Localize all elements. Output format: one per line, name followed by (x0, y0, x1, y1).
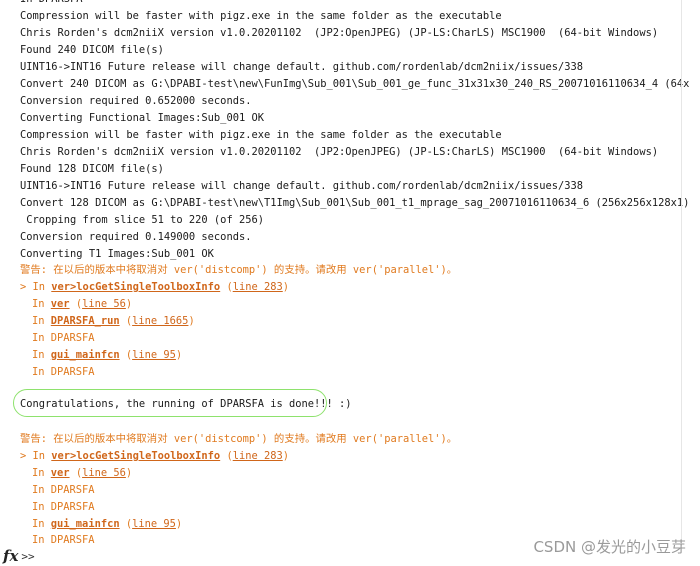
stack-frame: In DPARSFA_run (line 1665) (32, 315, 195, 327)
stack-frame: In gui_mainfcn (line 95) (32, 518, 183, 530)
stack-line-link[interactable]: line 56 (82, 467, 126, 479)
stack-line-link[interactable]: line 1665 (132, 315, 188, 327)
output-line: Compression will be faster with pigz.exe… (20, 129, 502, 141)
output-line: Found 128 DICOM file(s) (20, 163, 164, 175)
congratulations-message: Congratulations, the running of DPARSFA … (20, 398, 352, 410)
stack-line-link[interactable]: line 283 (233, 281, 283, 293)
prompt-symbol: >> (21, 549, 35, 563)
stack-frame: In ver (line 56) (32, 298, 133, 310)
output-line: Chris Rorden's dcm2niiX version v1.0.202… (20, 27, 659, 39)
output-line: Converting T1 Images:Sub_001 OK (20, 248, 214, 260)
warning-message: 警告: 在以后的版本中将取消对 ver('distcomp') 的支持。请改用 … (20, 433, 458, 445)
output-line: UINT16->INT16 Future release will change… (20, 180, 584, 192)
stack-frame: > In ver>locGetSingleToolboxInfo (line 2… (20, 450, 290, 462)
command-window-output: In DPARSFA Compression will be faster wi… (0, 0, 690, 546)
stack-line-link[interactable]: line 95 (132, 349, 176, 361)
output-line: Chris Rorden's dcm2niiX version v1.0.202… (20, 146, 659, 158)
output-line: Compression will be faster with pigz.exe… (20, 10, 502, 22)
output-line: Cropping from slice 51 to 220 (of 256) (20, 214, 264, 226)
stack-function-link[interactable]: DPARSFA_run (51, 315, 120, 327)
stack-function-link[interactable]: ver>locGetSingleToolboxInfo (51, 281, 220, 293)
stack-frame: In gui_mainfcn (line 95) (32, 349, 183, 361)
stack-frame: In ver (line 56) (32, 467, 133, 479)
output-line: Conversion required 0.652000 seconds. (20, 95, 252, 107)
output-line: Conversion required 0.149000 seconds. (20, 231, 252, 243)
stack-function-link[interactable]: gui_mainfcn (51, 349, 120, 361)
stack-frame-plain: In DPARSFA (32, 366, 95, 378)
stack-function-link[interactable]: gui_mainfcn (51, 518, 120, 530)
stack-function-link[interactable]: ver>locGetSingleToolboxInfo (51, 450, 220, 462)
stack-line-link[interactable]: line 95 (132, 518, 176, 530)
scrollbar-edge[interactable] (681, 0, 682, 546)
fx-icon[interactable]: fx (3, 547, 18, 565)
watermark: CSDN @发光的小豆芽 (533, 538, 686, 556)
output-line: UINT16->INT16 Future release will change… (20, 61, 584, 73)
stack-function-link[interactable]: ver (51, 467, 70, 479)
output-line: Convert 128 DICOM as G:\DPABI-test\new\T… (20, 197, 690, 209)
stack-frame: > In ver>locGetSingleToolboxInfo (line 2… (20, 281, 290, 293)
output-line: Converting Functional Images:Sub_001 OK (20, 112, 264, 124)
stack-line-link[interactable]: line 56 (82, 298, 126, 310)
warning-message: 警告: 在以后的版本中将取消对 ver('distcomp') 的支持。请改用 … (20, 264, 458, 276)
stack-frame-plain: In DPARSFA (32, 501, 95, 513)
stack-frame-plain: In DPARSFA (32, 484, 95, 496)
stack-function-link[interactable]: ver (51, 298, 70, 310)
output-line: Convert 240 DICOM as G:\DPABI-test\new\F… (20, 78, 690, 90)
stack-prefix: > In (20, 450, 52, 462)
output-line: Found 240 DICOM file(s) (20, 44, 164, 56)
stack-prefix: > In (20, 281, 52, 293)
output-line-partial: In DPARSFA (20, 0, 83, 8)
stack-line-link[interactable]: line 283 (233, 450, 283, 462)
stack-frame-plain: In DPARSFA (32, 332, 95, 344)
